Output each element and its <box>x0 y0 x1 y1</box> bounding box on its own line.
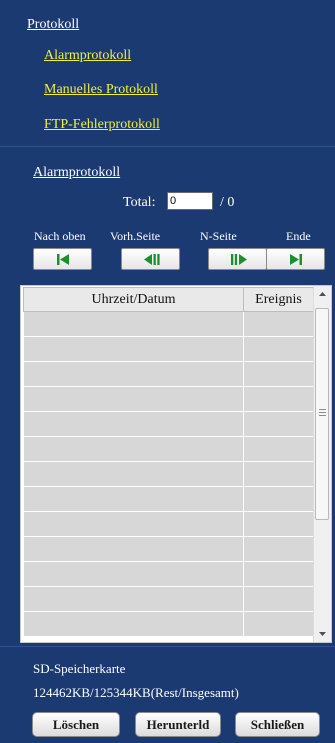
total-label: Total: <box>123 195 156 210</box>
protokoll-link[interactable]: Protokoll <box>27 17 79 33</box>
table-header-row: Uhrzeit/Datum Ereignis <box>23 287 314 312</box>
table-row <box>23 436 314 462</box>
cell-event <box>243 411 314 437</box>
nav-label-last: Ende <box>286 229 311 243</box>
previous-page-icon <box>144 254 160 265</box>
cell-event <box>243 311 314 337</box>
first-page-icon <box>57 254 69 265</box>
table-row <box>23 536 314 562</box>
delete-button[interactable]: Löschen <box>32 712 120 737</box>
alarm-log-panel: Alarmprotokoll Total: / 0 Nach oben Vorh… <box>0 146 335 647</box>
nav-label-prev: Vorh.Seite <box>110 229 161 243</box>
cell-datetime <box>23 611 244 637</box>
next-page-icon <box>231 254 247 265</box>
first-page-button[interactable] <box>33 248 92 270</box>
log-menu-panel: Protokoll Alarmprotokoll Manuelles Proto… <box>0 0 335 146</box>
cell-datetime <box>23 586 244 612</box>
table-row <box>23 361 314 387</box>
cell-event <box>243 336 314 362</box>
scroll-up-arrow-icon[interactable] <box>314 286 331 303</box>
last-page-icon <box>290 254 302 265</box>
column-header-datetime: Uhrzeit/Datum <box>23 287 244 312</box>
table-row <box>23 411 314 437</box>
alarm-log-link[interactable]: Alarmprotokoll <box>44 48 131 64</box>
cell-datetime <box>23 361 244 387</box>
cell-event <box>243 361 314 387</box>
table-row <box>23 611 314 637</box>
sd-card-usage: 124462KB/125344KB(Rest/Insgesamt) <box>33 685 239 700</box>
total-input[interactable] <box>167 192 213 210</box>
nav-label-next: N-Seite <box>200 229 237 243</box>
cell-event <box>243 536 314 562</box>
column-header-event: Ereignis <box>243 287 314 312</box>
scroll-thumb[interactable] <box>315 308 329 520</box>
cell-datetime <box>23 536 244 562</box>
cell-event <box>243 461 314 487</box>
log-table-container: Uhrzeit/Datum Ereignis <box>20 285 332 643</box>
ftp-error-log-link[interactable]: FTP-Fehlerprotokoll <box>44 117 160 133</box>
table-row <box>23 336 314 362</box>
table-row <box>23 461 314 487</box>
table-row <box>23 386 314 412</box>
table-row <box>23 486 314 512</box>
table-row <box>23 311 314 337</box>
cell-event <box>243 561 314 587</box>
cell-datetime <box>23 511 244 537</box>
cell-event <box>243 511 314 537</box>
cell-event <box>243 486 314 512</box>
table-row <box>23 561 314 587</box>
sd-card-panel: SD-Speicherkarte 124462KB/125344KB(Rest/… <box>0 646 335 743</box>
log-table: Uhrzeit/Datum Ereignis <box>23 287 314 637</box>
previous-page-button[interactable] <box>121 248 180 270</box>
cell-datetime <box>23 436 244 462</box>
next-page-button[interactable] <box>208 248 267 270</box>
close-button[interactable]: Schließen <box>235 712 320 737</box>
manual-log-link[interactable]: Manuelles Protokoll <box>44 82 158 98</box>
cell-event <box>243 611 314 637</box>
cell-datetime <box>23 336 244 362</box>
table-scrollbar[interactable] <box>313 286 331 642</box>
cell-datetime <box>23 561 244 587</box>
scroll-down-arrow-icon[interactable] <box>314 625 331 642</box>
cell-event <box>243 436 314 462</box>
cell-event <box>243 586 314 612</box>
total-count: / 0 <box>220 195 235 210</box>
cell-datetime <box>23 386 244 412</box>
cell-event <box>243 386 314 412</box>
download-button[interactable]: Herunterld <box>135 712 221 737</box>
last-page-button[interactable] <box>266 248 325 270</box>
sd-card-title: SD-Speicherkarte <box>33 661 126 676</box>
section-title-link[interactable]: Alarmprotokoll <box>33 165 120 181</box>
cell-datetime <box>23 486 244 512</box>
table-row <box>23 511 314 537</box>
table-row <box>23 586 314 612</box>
cell-datetime <box>23 311 244 337</box>
cell-datetime <box>23 411 244 437</box>
cell-datetime <box>23 461 244 487</box>
nav-label-first: Nach oben <box>34 229 86 243</box>
